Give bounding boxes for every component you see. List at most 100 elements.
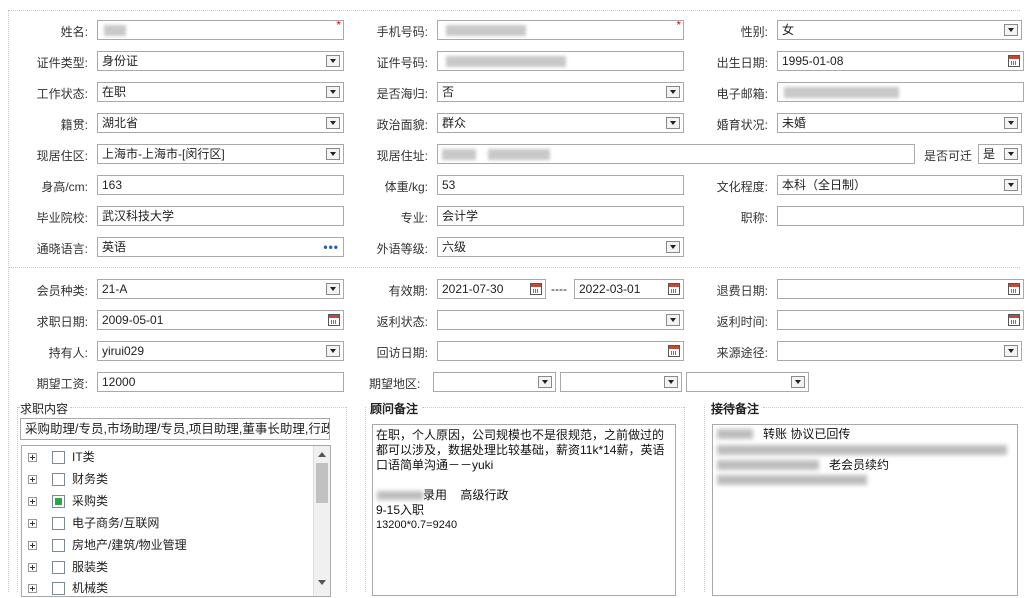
category-checkbox[interactable] bbox=[52, 451, 65, 464]
refund-date-field[interactable] bbox=[777, 279, 1024, 299]
calendar-icon[interactable] bbox=[1008, 314, 1020, 326]
region-district-select[interactable] bbox=[686, 372, 809, 392]
chevron-down-icon[interactable] bbox=[1004, 179, 1018, 191]
chevron-down-icon[interactable] bbox=[666, 241, 680, 253]
political-select[interactable]: 群众 bbox=[437, 113, 684, 133]
valid-from-field[interactable]: 2021-07-30 bbox=[437, 279, 546, 299]
gender-select[interactable]: 女 bbox=[777, 20, 1022, 40]
id-type-select[interactable]: 身份证 bbox=[97, 51, 344, 71]
chevron-down-icon[interactable] bbox=[666, 314, 680, 326]
masked-text bbox=[717, 429, 753, 439]
category-checkbox[interactable] bbox=[52, 473, 65, 486]
school-value: 武汉科技大学 bbox=[102, 209, 175, 223]
major-field[interactable]: 会计学 bbox=[437, 206, 684, 226]
chevron-down-icon[interactable] bbox=[1004, 117, 1018, 129]
date-range-separator: ---- bbox=[551, 282, 567, 296]
migratable-label: 是否可迁 bbox=[924, 149, 973, 163]
calendar-icon[interactable] bbox=[668, 345, 680, 357]
chevron-down-icon[interactable] bbox=[666, 86, 680, 98]
chevron-down-icon[interactable] bbox=[326, 283, 340, 295]
scroll-thumb[interactable] bbox=[316, 463, 328, 503]
marital-select[interactable]: 未婚 bbox=[777, 113, 1022, 133]
holder-select[interactable]: yirui029 bbox=[97, 341, 344, 361]
work-status-label: 工作状态: bbox=[36, 87, 88, 101]
expand-icon[interactable] bbox=[28, 563, 37, 572]
chevron-down-icon[interactable] bbox=[326, 148, 340, 160]
expand-icon[interactable] bbox=[28, 541, 37, 550]
visit-date-field[interactable] bbox=[437, 341, 684, 361]
scroll-up-icon[interactable] bbox=[314, 446, 330, 462]
category-checkbox[interactable] bbox=[52, 539, 65, 552]
title-field[interactable] bbox=[777, 206, 1024, 226]
returnee-select[interactable]: 否 bbox=[437, 82, 684, 102]
phone-field[interactable]: * bbox=[437, 20, 684, 40]
language-field[interactable]: 英语 ••• bbox=[97, 237, 344, 257]
job-category-tree[interactable]: IT类 财务类 采购类 电子商务/互联网 房地产/建筑/物业管理 服装类 机械类 bbox=[21, 445, 331, 597]
reception-notes-textarea[interactable]: 转账 协议已回传 老会员续约 bbox=[712, 424, 1018, 596]
more-icon[interactable]: ••• bbox=[323, 238, 339, 256]
region-city-select[interactable] bbox=[560, 372, 682, 392]
tree-scrollbar[interactable] bbox=[313, 446, 330, 596]
category-checkbox[interactable] bbox=[52, 582, 65, 595]
chevron-down-icon[interactable] bbox=[1004, 24, 1018, 36]
residence-address-field[interactable] bbox=[437, 144, 915, 164]
advisor-notes-textarea[interactable]: 在职，个人原因，公司规模也不是很规范，之前做过的 都可以涉及，数据处理比较基础，… bbox=[372, 424, 676, 596]
calendar-icon[interactable] bbox=[668, 283, 680, 295]
chevron-down-icon[interactable] bbox=[666, 117, 680, 129]
name-field[interactable]: * bbox=[97, 20, 344, 40]
note-line: 13200*0.7=9240 bbox=[376, 519, 458, 531]
calendar-icon[interactable] bbox=[1008, 55, 1020, 67]
chevron-down-icon[interactable] bbox=[326, 86, 340, 98]
chevron-down-icon[interactable] bbox=[791, 376, 805, 388]
source-select[interactable] bbox=[777, 341, 1022, 361]
chevron-down-icon[interactable] bbox=[326, 345, 340, 357]
note-line: 录用 高级行政 bbox=[423, 488, 509, 502]
gender-label: 性别: bbox=[740, 25, 768, 39]
birth-date-field[interactable]: 1995-01-08 bbox=[777, 51, 1024, 71]
rebate-status-select[interactable] bbox=[437, 310, 684, 330]
expand-icon[interactable] bbox=[28, 519, 37, 528]
calendar-icon[interactable] bbox=[1008, 283, 1020, 295]
expand-icon[interactable] bbox=[28, 475, 37, 484]
chevron-down-icon[interactable] bbox=[326, 55, 340, 67]
work-status-select[interactable]: 在职 bbox=[97, 82, 344, 102]
valid-to-field[interactable]: 2022-03-01 bbox=[574, 279, 684, 299]
id-number-field[interactable] bbox=[437, 51, 684, 71]
calendar-icon[interactable] bbox=[328, 314, 340, 326]
height-field[interactable]: 163 bbox=[97, 175, 344, 195]
education-select[interactable]: 本科（全日制） bbox=[777, 175, 1022, 195]
category-checkbox-checked[interactable] bbox=[52, 495, 65, 508]
chevron-down-icon[interactable] bbox=[326, 117, 340, 129]
native-place-select[interactable]: 湖北省 bbox=[97, 113, 344, 133]
chevron-down-icon[interactable] bbox=[1004, 345, 1018, 357]
category-checkbox[interactable] bbox=[52, 561, 65, 574]
migratable-select[interactable]: 是 bbox=[978, 144, 1022, 164]
reception-notes-title: 接待备注 bbox=[711, 402, 760, 416]
school-field[interactable]: 武汉科技大学 bbox=[97, 206, 344, 226]
birth-label: 出生日期: bbox=[716, 56, 768, 70]
required-mark: * bbox=[676, 20, 681, 32]
job-date-field[interactable]: 2009-05-01 bbox=[97, 310, 344, 330]
chevron-down-icon[interactable] bbox=[664, 376, 678, 388]
calendar-icon[interactable] bbox=[530, 283, 542, 295]
salary-field[interactable]: 12000 bbox=[97, 372, 344, 392]
rebate-time-field[interactable] bbox=[777, 310, 1024, 330]
marital-value: 未婚 bbox=[782, 116, 807, 130]
panel-border bbox=[763, 407, 1023, 408]
member-type-select[interactable]: 21-A bbox=[97, 279, 344, 299]
weight-field[interactable]: 53 bbox=[437, 175, 684, 195]
expand-icon[interactable] bbox=[28, 453, 37, 462]
scroll-down-icon[interactable] bbox=[314, 574, 330, 590]
email-field[interactable] bbox=[777, 82, 1024, 102]
migratable-value: 是 bbox=[983, 147, 996, 161]
masked-email bbox=[784, 87, 899, 98]
tree-item-label: 采购类 bbox=[72, 494, 109, 508]
category-checkbox[interactable] bbox=[52, 517, 65, 530]
region-province-select[interactable] bbox=[433, 372, 556, 392]
job-summary-field[interactable]: 采购助理/专员,市场助理/专员,项目助理,董事长助理,行政助 bbox=[20, 418, 330, 440]
foreign-level-select[interactable]: 六级 bbox=[437, 237, 684, 257]
chevron-down-icon[interactable] bbox=[1004, 148, 1018, 160]
expand-icon[interactable] bbox=[28, 497, 37, 506]
chevron-down-icon[interactable] bbox=[538, 376, 552, 388]
residence-area-select[interactable]: 上海市-上海市-[闵行区] bbox=[97, 144, 344, 164]
